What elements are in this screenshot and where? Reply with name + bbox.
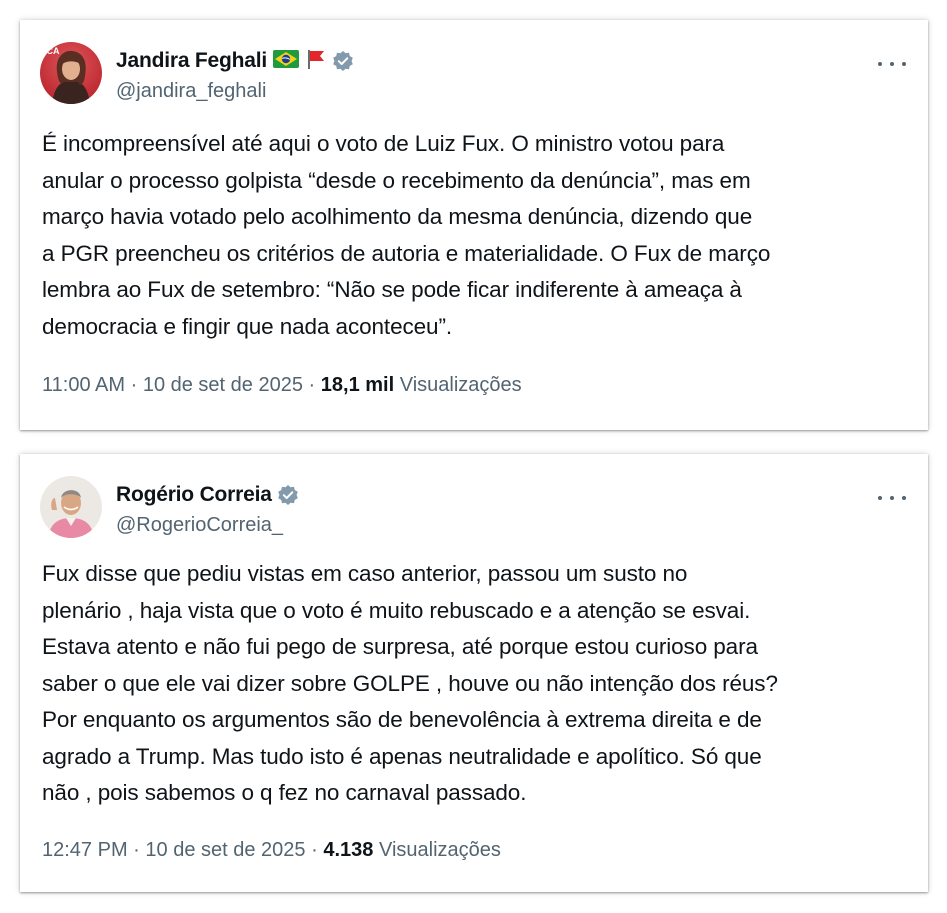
views-label: Visualizações [378,839,501,861]
display-name[interactable]: Rogério Correia [116,483,272,507]
verified-badge-icon [332,50,354,72]
more-dot [902,496,906,500]
meta-separator: · [308,374,316,396]
handle[interactable]: @jandira_feghali [116,80,354,103]
tweet-date[interactable]: 10 de set de 2025 [145,839,305,861]
tweet-time[interactable]: 11:00 AM [42,374,125,396]
views-count: 4.138 [323,839,374,861]
tweet-header: Rogério Correia @RogerioCorreia_ [40,476,908,540]
tweet-card[interactable]: ICA Jandira Feghali @jandira_feghali É i… [20,20,928,430]
views-label: Visualizações [399,374,522,396]
tweet-meta: 12:47 PM · 10 de set de 2025 · 4.138 Vis… [42,839,501,862]
more-dot [878,62,882,66]
more-options-icon[interactable] [878,488,906,508]
tweet-card[interactable]: Rogério Correia @RogerioCorreia_ Fux dis… [20,454,928,892]
avatar-image [40,476,102,538]
svg-text:ICA: ICA [44,46,60,56]
tweet-text: É incompreensível até aqui o voto de Lui… [42,131,771,339]
more-dot [902,62,906,66]
avatar[interactable] [40,476,102,538]
tweet-date[interactable]: 10 de set de 2025 [143,374,303,396]
tweet-time[interactable]: 12:47 PM [42,839,128,861]
more-dot [890,496,894,500]
tweet-meta: 11:00 AM · 10 de set de 2025 · 18,1 mil … [42,374,522,397]
handle[interactable]: @RogerioCorreia_ [116,514,299,537]
more-options-icon[interactable] [878,54,906,74]
meta-separator: · [133,839,140,861]
meta-separator: · [311,839,318,861]
tweet-text: Fux disse que pediu vistas em caso anter… [42,561,778,805]
verified-badge-icon [277,484,299,506]
meta-separator: · [130,374,138,396]
avatar[interactable]: ICA [40,42,102,104]
brazil-flag-icon [273,49,300,73]
avatar-image: ICA [40,42,102,104]
more-dot [890,62,894,66]
more-dot [878,496,882,500]
red-flag-icon [305,48,327,75]
display-name[interactable]: Jandira Feghali [116,49,267,73]
tweet-header: ICA Jandira Feghali @jandira_feghali [40,42,908,106]
views-count: 18,1 mil [320,374,395,396]
